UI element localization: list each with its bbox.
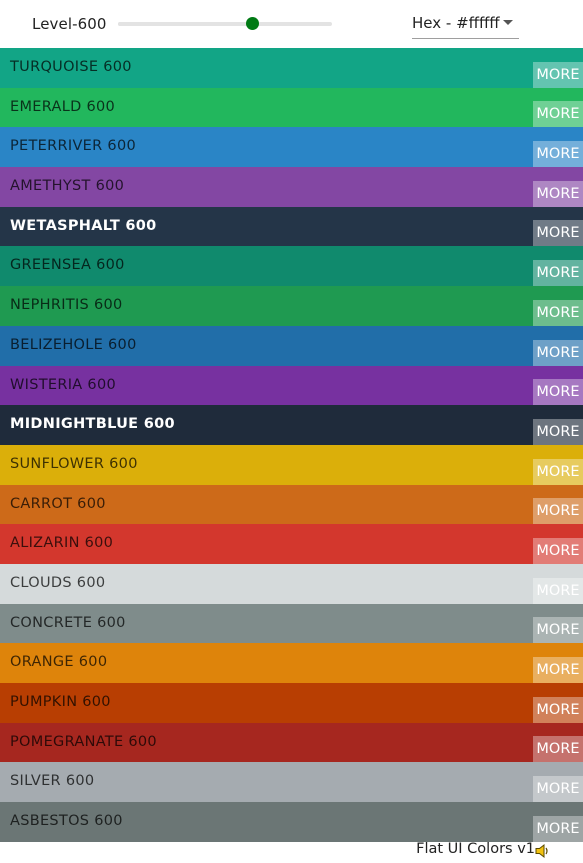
color-row[interactable]: CARROT 600 MORE [0, 484, 583, 525]
more-button[interactable]: MORE [533, 577, 583, 604]
color-name: MIDNIGHTBLUE 600 [10, 416, 175, 433]
color-row[interactable]: SILVER 600 MORE [0, 762, 583, 803]
color-row[interactable]: ALIZARIN 600 MORE [0, 524, 583, 564]
color-row[interactable]: POMEGRANATE 600 MORE [0, 722, 583, 763]
color-row[interactable]: ASBESTOS 600 MORE [0, 802, 583, 842]
more-button[interactable]: MORE [533, 299, 583, 326]
footer-title: Flat UI Colors v1 [416, 841, 535, 857]
color-name: WISTERIA 600 [10, 376, 116, 393]
more-button[interactable]: MORE [533, 61, 583, 88]
more-button[interactable]: MORE [533, 220, 583, 247]
caret-down-icon [503, 20, 513, 25]
more-button[interactable]: MORE [533, 141, 583, 168]
color-row[interactable]: NEPHRITIS 600 MORE [0, 286, 583, 326]
color-name: EMERALD 600 [10, 98, 116, 115]
color-row[interactable]: AMETHYST 600 MORE [0, 167, 583, 207]
more-button[interactable]: MORE [533, 617, 583, 644]
color-row[interactable]: WISTERIA 600 MORE [0, 365, 583, 406]
color-name: GREENSEA 600 [10, 257, 125, 274]
color-name: SUNFLOWER 600 [10, 455, 138, 472]
more-button[interactable]: MORE [533, 260, 583, 287]
color-row[interactable]: PETERRIVER 600 MORE [0, 127, 583, 168]
more-button[interactable]: MORE [533, 458, 583, 485]
more-button[interactable]: MORE [533, 180, 583, 207]
format-select-value: Hex - #ffffff [412, 14, 500, 32]
more-button[interactable]: MORE [533, 418, 583, 445]
color-name: PETERRIVER 600 [10, 138, 136, 155]
color-name: ASBESTOS 600 [10, 813, 123, 830]
color-row[interactable]: WETASPHALT 600 MORE [0, 206, 583, 247]
more-button[interactable]: MORE [533, 498, 583, 525]
more-button[interactable]: MORE [533, 696, 583, 723]
more-button[interactable]: MORE [533, 815, 583, 842]
more-button[interactable]: MORE [533, 339, 583, 366]
toolbar: Level-600 Hex - #ffffff [0, 0, 583, 48]
color-name: ORANGE 600 [10, 654, 108, 671]
color-name: CONCRETE 600 [10, 614, 126, 631]
more-button[interactable]: MORE [533, 101, 583, 128]
color-row[interactable]: CLOUDS 600 MORE [0, 563, 583, 604]
format-select[interactable]: Hex - #ffffff [412, 8, 519, 39]
color-name: NEPHRITIS 600 [10, 297, 123, 314]
color-name: AMETHYST 600 [10, 178, 125, 195]
speaker-icon[interactable] [535, 843, 551, 859]
more-button[interactable]: MORE [533, 379, 583, 406]
color-row[interactable]: CONCRETE 600 MORE [0, 603, 583, 644]
color-row[interactable]: MIDNIGHTBLUE 600 MORE [0, 405, 583, 445]
level-slider[interactable] [118, 17, 332, 30]
color-name: TURQUOISE 600 [10, 59, 132, 75]
color-name: WETASPHALT 600 [10, 217, 157, 234]
color-row[interactable]: PUMPKIN 600 MORE [0, 683, 583, 723]
more-button[interactable]: MORE [533, 657, 583, 683]
more-button[interactable]: MORE [533, 736, 583, 763]
color-name: CLOUDS 600 [10, 574, 106, 591]
color-name: ALIZARIN 600 [10, 535, 114, 552]
color-row[interactable]: TURQUOISE 600 MORE [0, 48, 583, 88]
color-name: PUMPKIN 600 [10, 694, 111, 710]
more-button[interactable]: MORE [533, 776, 583, 803]
color-row[interactable]: ORANGE 600 MORE [0, 643, 583, 683]
color-name: BELIZEHOLE 600 [10, 336, 137, 353]
color-row[interactable]: GREENSEA 600 MORE [0, 246, 583, 287]
level-label: Level-600 [32, 15, 107, 33]
more-button[interactable]: MORE [533, 537, 583, 564]
level-slider-thumb[interactable] [245, 17, 259, 30]
color-list: TURQUOISE 600 MORE EMERALD 600 MORE PETERRIV… [0, 48, 583, 842]
color-row[interactable]: BELIZEHOLE 600 MORE [0, 325, 583, 366]
color-name: CARROT 600 [10, 495, 106, 512]
color-row[interactable]: SUNFLOWER 600 MORE [0, 444, 583, 485]
level-slider-fill [118, 22, 252, 26]
color-row[interactable]: EMERALD 600 MORE [0, 87, 583, 128]
color-name: SILVER 600 [10, 773, 95, 790]
color-name: POMEGRANATE 600 [10, 733, 157, 750]
